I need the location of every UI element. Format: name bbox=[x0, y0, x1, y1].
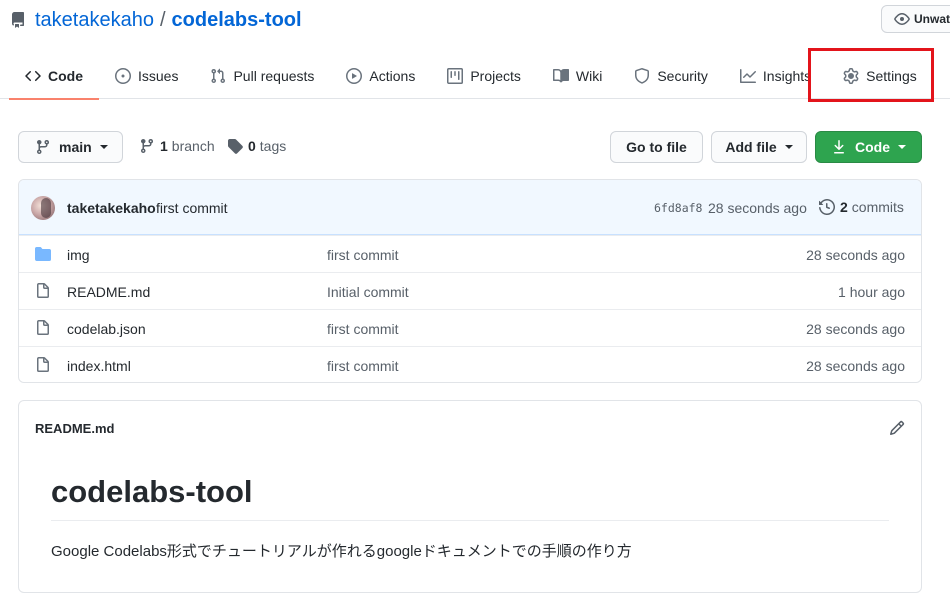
file-name-link[interactable]: index.html bbox=[67, 358, 131, 374]
repo-name-link[interactable]: codelabs-tool bbox=[172, 9, 302, 32]
chevron-down-icon bbox=[784, 145, 793, 149]
branch-count: 1 bbox=[160, 138, 168, 154]
file-age: 28 seconds ago bbox=[806, 321, 905, 337]
add-file-label: Add file bbox=[725, 139, 777, 155]
file-name-link[interactable]: img bbox=[67, 247, 90, 263]
tab-pull-requests[interactable]: Pull requests bbox=[194, 52, 330, 99]
tab-issues[interactable]: Issues bbox=[99, 52, 194, 99]
commit-sha-link[interactable]: 6fd8af8 bbox=[654, 201, 702, 215]
branch-select-button[interactable]: main bbox=[18, 131, 123, 163]
tab-actions[interactable]: Actions bbox=[330, 52, 431, 99]
repo-title: taketakekaho / codelabs-tool bbox=[10, 8, 302, 32]
tab-projects-label: Projects bbox=[470, 67, 521, 84]
avatar[interactable] bbox=[31, 196, 55, 220]
settings-highlight-box bbox=[808, 48, 934, 102]
repo-owner-link[interactable]: taketakekaho bbox=[35, 9, 154, 32]
branch-word: branch bbox=[171, 138, 215, 154]
commit-count-number: 2 bbox=[840, 199, 848, 215]
unwatch-label: Unwatch bbox=[914, 12, 950, 26]
file-browser: taketakekaho first commit 6fd8af8 28 sec… bbox=[18, 179, 922, 383]
chevron-down-icon bbox=[898, 145, 906, 149]
file-commit-message-link[interactable]: first commit bbox=[327, 247, 399, 263]
readme-heading: codelabs-tool bbox=[51, 474, 889, 521]
tab-issues-label: Issues bbox=[138, 67, 179, 84]
file-row: README.md Initial commit 1 hour ago bbox=[19, 272, 921, 309]
commit-message-link[interactable]: first commit bbox=[156, 200, 228, 216]
shield-icon bbox=[635, 67, 650, 84]
readme-panel: README.md codelabs-tool Google Codelabs形… bbox=[18, 400, 922, 593]
tab-security[interactable]: Security bbox=[618, 52, 724, 99]
file-age: 28 seconds ago bbox=[806, 247, 905, 263]
chevron-down-icon bbox=[99, 145, 108, 149]
pull-request-icon bbox=[211, 68, 226, 83]
file-row: index.html first commit 28 seconds ago bbox=[19, 346, 921, 382]
code-download-button[interactable]: Code bbox=[815, 131, 922, 163]
eye-icon bbox=[894, 13, 910, 25]
unwatch-button[interactable]: Unwatch bbox=[881, 5, 950, 33]
tab-code-label: Code bbox=[48, 67, 83, 84]
tab-insights-label: Insights bbox=[762, 67, 812, 84]
branches-link[interactable]: 1 branch bbox=[139, 138, 215, 154]
add-file-button[interactable]: Add file bbox=[711, 131, 807, 163]
repo-header: taketakekaho / codelabs-tool Unwatch Cod… bbox=[0, 0, 950, 102]
project-icon bbox=[447, 67, 464, 84]
file-icon bbox=[37, 357, 49, 372]
history-icon bbox=[819, 199, 835, 215]
readme-header: README.md bbox=[19, 401, 921, 455]
issue-icon bbox=[115, 67, 131, 84]
repo-icon bbox=[11, 12, 24, 28]
file-age: 28 seconds ago bbox=[806, 358, 905, 374]
file-name-link[interactable]: codelab.json bbox=[67, 321, 146, 337]
go-to-file-button[interactable]: Go to file bbox=[610, 131, 703, 163]
readme-body-text: Google Codelabs形式でチュートリアルが作れるgoogleドキュメン… bbox=[51, 543, 632, 560]
tab-actions-label: Actions bbox=[369, 67, 416, 84]
tab-wiki-label: Wiki bbox=[575, 67, 603, 84]
folder-icon bbox=[35, 247, 51, 261]
code-icon bbox=[25, 70, 41, 81]
download-icon bbox=[834, 140, 844, 154]
code-download-label: Code bbox=[855, 139, 890, 155]
tag-word: tags bbox=[259, 138, 287, 154]
repo-path-separator: / bbox=[159, 8, 166, 31]
pencil-icon[interactable] bbox=[889, 420, 905, 436]
latest-commit-bar: taketakekaho first commit 6fd8af8 28 sec… bbox=[19, 180, 921, 235]
commit-time: 28 seconds ago bbox=[708, 200, 807, 216]
commit-count-word: commits bbox=[851, 199, 904, 215]
file-row: img first commit 28 seconds ago bbox=[19, 235, 921, 272]
graph-icon bbox=[739, 68, 756, 83]
branch-icon bbox=[36, 140, 49, 155]
readme-filename: README.md bbox=[35, 421, 115, 436]
tab-wiki[interactable]: Wiki bbox=[537, 52, 618, 99]
tab-security-label: Security bbox=[657, 67, 708, 84]
file-icon bbox=[37, 283, 49, 298]
file-row: codelab.json first commit 28 seconds ago bbox=[19, 309, 921, 346]
tag-count: 0 bbox=[248, 138, 256, 154]
file-age: 1 hour ago bbox=[838, 284, 905, 300]
tab-code[interactable]: Code bbox=[9, 52, 99, 100]
file-commit-message-link[interactable]: first commit bbox=[327, 358, 399, 374]
tag-icon bbox=[228, 139, 243, 154]
file-commit-message-link[interactable]: first commit bbox=[327, 321, 399, 337]
file-name-link[interactable]: README.md bbox=[67, 284, 150, 300]
file-icon bbox=[37, 320, 49, 335]
commits-history-link[interactable]: 2 commits bbox=[819, 199, 904, 215]
commit-author-link[interactable]: taketakekaho bbox=[67, 200, 156, 216]
book-icon bbox=[552, 68, 569, 82]
tags-link[interactable]: 0 tags bbox=[227, 138, 286, 154]
repo-nav-tabs: Code Issues Pull requests Actions Projec… bbox=[9, 52, 933, 100]
branch-icon bbox=[140, 139, 153, 154]
play-icon bbox=[346, 67, 363, 84]
file-commit-message-link[interactable]: Initial commit bbox=[327, 284, 409, 300]
branch-select-label: main bbox=[59, 139, 92, 155]
tab-pull-requests-label: Pull requests bbox=[233, 67, 315, 84]
tab-projects[interactable]: Projects bbox=[431, 52, 537, 99]
